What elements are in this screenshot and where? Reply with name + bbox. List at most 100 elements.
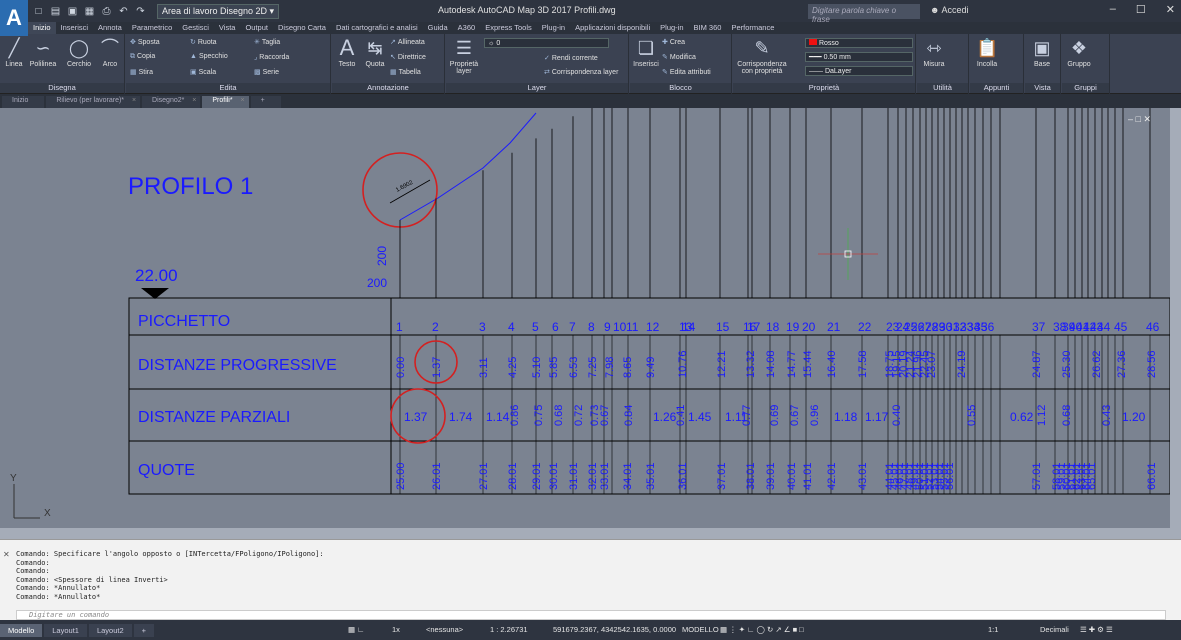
raccorda-button[interactable]: ⌟ Raccorda <box>254 53 289 61</box>
incolla-button[interactable]: 📋 Incolla <box>972 37 1002 68</box>
layout-tab-2[interactable]: Layout2 <box>88 623 132 637</box>
ribbon-tab-0[interactable]: Inizio <box>28 22 56 34</box>
print-icon[interactable]: ⎙ <box>100 5 113 18</box>
annotation-scale[interactable]: 1:1 <box>988 625 998 634</box>
ortho-icon[interactable]: ▦ ∟ <box>348 625 365 634</box>
command-input[interactable]: Digitare un comando <box>16 610 1166 620</box>
panel-blocco-label[interactable]: Blocco <box>630 83 731 93</box>
open-icon[interactable]: ▤ <box>49 5 62 18</box>
linea-button[interactable]: ╱ Linea <box>3 37 25 68</box>
new-icon[interactable]: □ <box>32 5 45 18</box>
customize-icon[interactable]: ☰ ✚ ⚙ ☰ <box>1080 625 1113 634</box>
units-dropdown[interactable]: Decimali <box>1040 625 1069 634</box>
panel-annotazione-label[interactable]: Annotazione <box>332 83 444 93</box>
layout-tab-1[interactable]: Layout1 <box>44 623 87 637</box>
modifica-button[interactable]: ✎ Modifica <box>662 53 696 61</box>
add-layout-button[interactable]: + <box>133 623 155 637</box>
panel-vista-label[interactable]: Vista <box>1025 83 1060 93</box>
ribbon-tab-13[interactable]: Applicazioni disponibili <box>570 22 655 34</box>
ribbon-tab-4[interactable]: Gestisci <box>177 22 214 34</box>
panel-utilita-label[interactable]: Utilità <box>917 83 968 93</box>
search-input[interactable]: Digitare parola chiave o frase <box>808 4 920 24</box>
annotative-dropdown[interactable]: <nessuna> <box>426 625 463 634</box>
close-icon[interactable]: ✕ <box>3 550 12 559</box>
polilinea-button[interactable]: ∽ Polilinea <box>27 37 59 68</box>
specchio-button[interactable]: ▲ Specchio <box>190 53 228 60</box>
minimize-icon[interactable]: – <box>1110 3 1116 16</box>
redo-icon[interactable]: ↷ <box>134 5 147 18</box>
layout-tab-0[interactable]: Modello <box>0 623 43 637</box>
autocad-logo-button[interactable]: A <box>0 0 28 36</box>
copia-button[interactable]: ⧉ Copia <box>130 53 155 61</box>
tabella-button[interactable]: ▦ Tabella <box>390 68 421 76</box>
panel-appunti-label[interactable]: Appunti <box>970 83 1023 93</box>
ribbon-tab-15[interactable]: BIM 360 <box>689 22 727 34</box>
undo-icon[interactable]: ↶ <box>117 5 130 18</box>
ribbon-tab-14[interactable]: Plug-in <box>655 22 688 34</box>
match-properties-button[interactable]: ✎ Corrispondenza con proprietà <box>735 37 789 75</box>
close-icon[interactable]: × <box>241 97 245 104</box>
ribbon-tab-11[interactable]: Express Tools <box>480 22 537 34</box>
drawing-canvas[interactable]: PROFILO 1 22.00 200 200 1.6902 PICCHETTO… <box>0 108 1170 528</box>
cerchio-button[interactable]: ◯ Cerchio <box>63 37 95 68</box>
allineata-button[interactable]: ↗ Allineata <box>390 38 425 46</box>
color-dropdown[interactable]: Rosso <box>805 38 913 48</box>
layer-properties-button[interactable]: ☰ Proprietà layer <box>449 37 479 75</box>
ribbon-tab-6[interactable]: Output <box>240 22 273 34</box>
panel-edita-label[interactable]: Edita <box>126 83 330 93</box>
viewport-controls[interactable]: – □ ✕ <box>1128 114 1151 124</box>
status-tools-icons[interactable]: ▦ ⋮ ✦ ∟ ◯ ↻ ↗ ∠ ■ □ <box>720 625 804 634</box>
signin-button[interactable]: ☻ Accedi <box>930 5 969 15</box>
panel-layer-label[interactable]: Layer <box>446 83 628 93</box>
stira-button[interactable]: ▦ Stira <box>130 68 153 76</box>
layer-dropdown[interactable]: ☼ 0 <box>484 38 609 48</box>
linetype-dropdown[interactable]: —— DaLayer <box>805 66 913 76</box>
close-icon[interactable]: × <box>192 97 196 104</box>
ribbon-tab-1[interactable]: Inserisci <box>56 22 94 34</box>
close-icon[interactable]: ✕ <box>1166 3 1175 16</box>
serie-button[interactable]: ▩ Serie <box>254 68 279 76</box>
document-tab-3[interactable]: Profili* × <box>202 96 249 108</box>
vertical-scrollbar[interactable] <box>1170 108 1181 528</box>
scala-button[interactable]: ▣ Scala <box>190 68 216 76</box>
panel-proprieta-label[interactable]: Proprietà <box>733 83 915 93</box>
ribbon-tab-3[interactable]: Parametrico <box>127 22 177 34</box>
taglia-button[interactable]: ✳ Taglia <box>254 38 280 46</box>
base-button[interactable]: ▣ Base <box>1027 37 1057 68</box>
direttrice-button[interactable]: ↖ Direttrice <box>390 53 426 61</box>
save-icon[interactable]: ▣ <box>66 5 79 18</box>
ribbon-tab-2[interactable]: Annota <box>93 22 127 34</box>
ruota-button[interactable]: ↻ Ruota <box>190 38 217 46</box>
ribbon-tab-10[interactable]: A360 <box>453 22 481 34</box>
maximize-icon[interactable]: ☐ <box>1136 3 1146 16</box>
saveas-icon[interactable]: ▦ <box>83 5 96 18</box>
lineweight-dropdown[interactable]: ━━━ 0.50 mm <box>805 52 913 62</box>
ribbon-tab-9[interactable]: Guida <box>423 22 453 34</box>
testo-button[interactable]: A Testo <box>336 37 358 69</box>
panel-gruppi-label[interactable]: Gruppi <box>1062 83 1109 93</box>
ribbon-tab-12[interactable]: Plug-in <box>537 22 570 34</box>
panel-disegna-label[interactable]: Disegna <box>0 83 124 93</box>
document-tab-0[interactable]: Inizio <box>2 96 45 108</box>
annotation-scale-snap[interactable]: 1x <box>392 625 400 634</box>
edita-attributi-button[interactable]: ✎ Edita attributi <box>662 68 711 76</box>
ribbon-tab-8[interactable]: Dati cartografici e analisi <box>331 22 423 34</box>
new-tab-button[interactable]: + <box>250 96 281 108</box>
ribbon-tab-16[interactable]: Performance <box>726 22 779 34</box>
arco-button[interactable]: ⌒ Arco <box>98 37 122 68</box>
corrispondenza-layer-button[interactable]: ⇄ Corrispondenza layer <box>544 68 618 76</box>
ribbon-tab-7[interactable]: Disegno Carta <box>273 22 331 34</box>
close-icon[interactable]: × <box>132 97 136 104</box>
misura-button[interactable]: ⇿ Misura <box>919 37 949 68</box>
model-space-toggle[interactable]: MODELLO <box>682 625 719 634</box>
ribbon-tab-5[interactable]: Vista <box>214 22 241 34</box>
document-tab-1[interactable]: Rilievo (per lavorare)* × <box>46 96 141 108</box>
document-tab-2[interactable]: Disegno2* × <box>142 96 201 108</box>
sposta-button[interactable]: ✥ Sposta <box>130 38 160 46</box>
viewport-scale[interactable]: 1 : 2.26731 <box>490 625 528 634</box>
workspace-dropdown[interactable]: Area di lavoro Disegno 2D ▾ <box>157 4 280 19</box>
inserisci-button[interactable]: ❏ Inserisci <box>632 37 660 68</box>
rendi-corrente-button[interactable]: ✓ Rendi corrente <box>544 54 598 62</box>
gruppo-button[interactable]: ❖ Gruppo <box>1064 37 1094 68</box>
quota-button[interactable]: ↹ Quota <box>362 37 388 68</box>
